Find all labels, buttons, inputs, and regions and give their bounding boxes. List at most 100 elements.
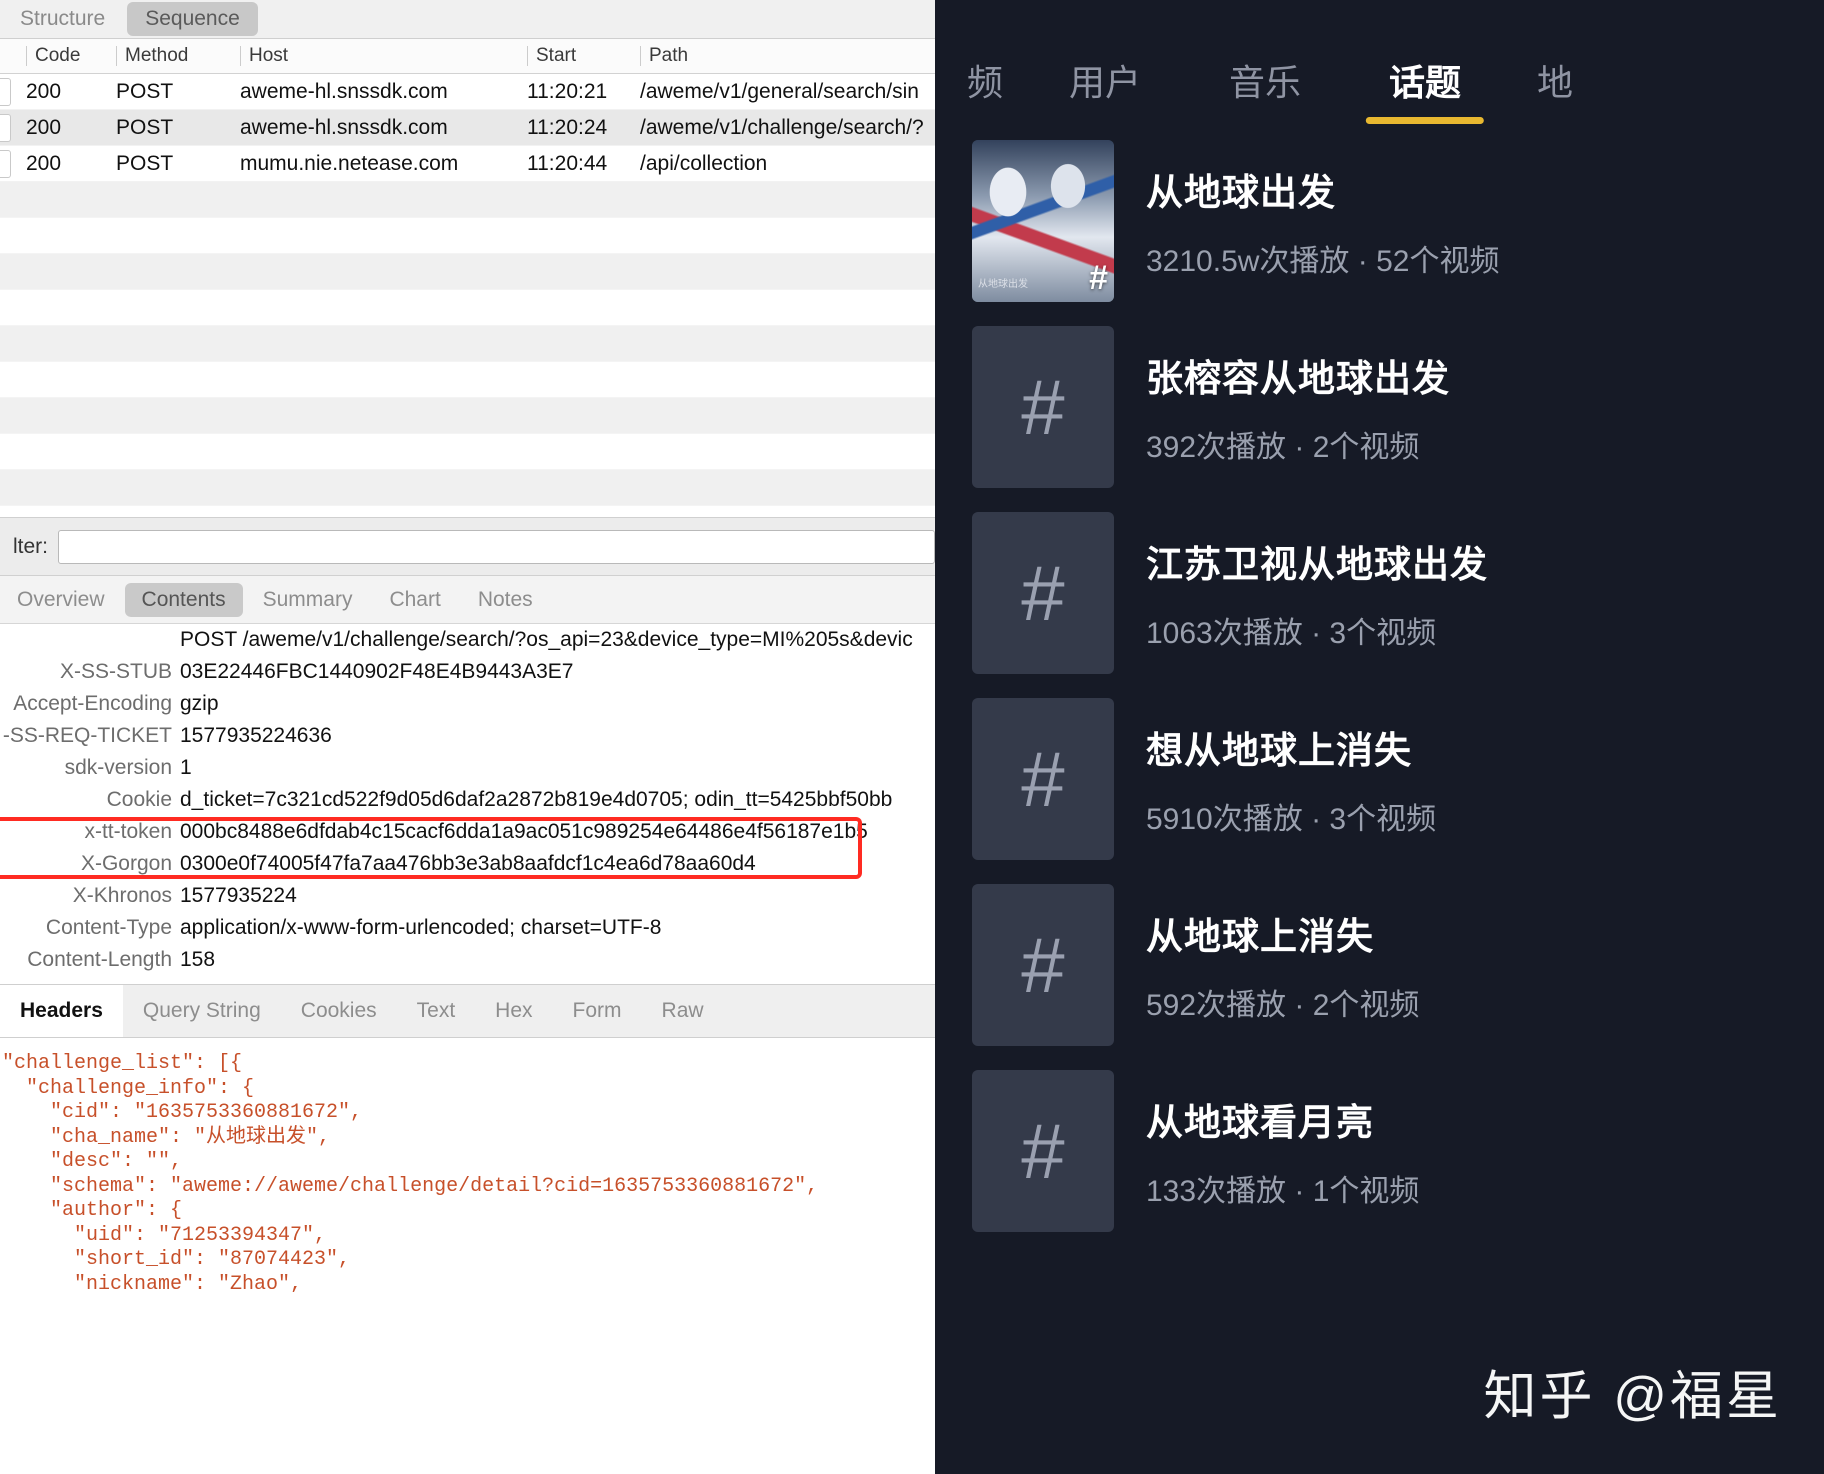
header-row: Content-Length 158 — [0, 944, 935, 976]
topic-stats: 3210.5w次播放 · 52个视频 — [1146, 245, 1500, 278]
tab-notes[interactable]: Notes — [461, 583, 550, 617]
json-line: "short_id": "87074423", — [2, 1248, 351, 1271]
tab-video[interactable]: 频 — [945, 54, 1025, 130]
tab-music[interactable]: 音乐 — [1185, 54, 1345, 130]
header-value: 000bc8488e6dfdab4c15cacf6dda1a9ac051c989… — [180, 820, 868, 843]
header-value: 03E22446FBC1440902F48E4B9443A3E7 — [180, 660, 574, 683]
list-item[interactable]: # 张榕容从地球出发 392次播放 · 2个视频 — [935, 326, 1824, 512]
table-row[interactable]: 200 POST mumu.nie.netease.com 11:20:44 /… — [0, 146, 935, 182]
tab-overview[interactable]: Overview — [0, 583, 122, 617]
tab-hex[interactable]: Hex — [475, 985, 552, 1037]
tab-text[interactable]: Text — [397, 985, 476, 1037]
cell-path: /api/collection — [640, 151, 768, 175]
tab-query-string[interactable]: Query String — [123, 985, 281, 1037]
header-key: Cookie — [106, 788, 172, 811]
json-line: "challenge_info": { — [2, 1076, 255, 1100]
hash-icon: # — [1021, 921, 1065, 1009]
topic-stats: 592次播放 · 2个视频 — [1146, 989, 1420, 1022]
topic-text: 从地球出发 3210.5w次播放 · 52个视频 — [1114, 140, 1499, 280]
header-value: 158 — [180, 948, 216, 971]
topic-title: 从地球看月亮 — [1146, 1102, 1374, 1143]
tab-topics[interactable]: 话题 — [1345, 54, 1505, 130]
hash-icon: # — [1089, 259, 1108, 297]
response-json-pane[interactable]: "challenge_list": [{ "challenge_info": {… — [0, 1038, 935, 1292]
cell-method: POST — [116, 151, 174, 175]
tab-raw[interactable]: Raw — [642, 985, 724, 1037]
tab-location[interactable]: 地 — [1505, 54, 1605, 130]
tab-form[interactable]: Form — [553, 985, 642, 1037]
topic-title: 江苏卫视从地球出发 — [1146, 544, 1488, 585]
topic-thumbnail-placeholder: # — [972, 884, 1114, 1046]
topic-text: 张榕容从地球出发 392次播放 · 2个视频 — [1114, 326, 1450, 466]
list-item[interactable]: # 想从地球上消失 5910次播放 · 3个视频 — [935, 698, 1824, 884]
tab-contents[interactable]: Contents — [124, 582, 243, 617]
tab-cookies[interactable]: Cookies — [281, 985, 397, 1037]
topic-thumbnail-placeholder: # — [972, 1070, 1114, 1232]
header-key: -SS-REQ-TICKET — [2, 724, 172, 747]
column-header-host[interactable]: Host — [240, 46, 288, 66]
header-key: x-tt-token — [84, 820, 172, 843]
cell-method: POST — [116, 79, 174, 103]
active-tab-underline — [1365, 117, 1485, 124]
header-value: 0300e0f74005f47fa7aa476bb3e3ab8aafdcf1c4… — [180, 852, 756, 875]
cell-path: /aweme/v1/general/search/sin — [640, 79, 919, 103]
header-key: X-Khronos — [72, 884, 172, 907]
cell-code: 200 — [26, 79, 62, 103]
list-item[interactable]: # 从地球上消失 592次播放 · 2个视频 — [935, 884, 1824, 1070]
list-item[interactable]: 从地球出发 # 从地球出发 3210.5w次播放 · 52个视频 — [935, 140, 1824, 326]
header-key: Content-Length — [27, 948, 172, 971]
watermark: 知乎 @福星 — [1483, 1367, 1782, 1426]
hash-icon: # — [1021, 363, 1065, 451]
hash-icon: # — [1021, 1107, 1065, 1195]
hash-icon: # — [1021, 735, 1065, 823]
header-key: X-SS-STUB — [59, 660, 172, 683]
column-header-path[interactable]: Path — [640, 46, 935, 66]
json-line: "uid": "71253394347", — [2, 1223, 327, 1247]
cell-code: 200 — [26, 115, 62, 139]
view-toggle-structure[interactable]: Structure — [2, 2, 123, 36]
header-row-x-tt-token: x-tt-token 000bc8488e6dfdab4c15cacf6dda1… — [0, 816, 935, 848]
json-line: "nickname": "Zhao", — [2, 1272, 303, 1293]
tab-summary[interactable]: Summary — [246, 583, 370, 617]
topic-thumbnail-placeholder: # — [972, 698, 1114, 860]
cell-code: 200 — [26, 151, 62, 175]
cell-host: aweme-hl.snssdk.com — [240, 79, 448, 103]
topic-text: 从地球上消失 592次播放 · 2个视频 — [1114, 884, 1419, 1024]
detail-tabs: Overview Contents Summary Chart Notes — [0, 576, 935, 624]
table-row[interactable]: 200 POST aweme-hl.snssdk.com 11:20:24 /a… — [0, 110, 935, 146]
topic-stats: 392次播放 · 2个视频 — [1146, 431, 1420, 464]
app-tab-bar: 频 用户 音乐 话题 地 — [935, 0, 1824, 130]
json-line: "challenge_list": [{ — [2, 1052, 243, 1075]
table-row[interactable]: 200 POST aweme-hl.snssdk.com 11:20:21 /a… — [0, 74, 935, 110]
session-table-header: Code Method Host Start Path — [0, 39, 935, 74]
body-tabs: Headers Query String Cookies Text Hex Fo… — [0, 984, 935, 1038]
list-item[interactable]: # 从地球看月亮 133次播放 · 1个视频 — [935, 1070, 1824, 1256]
header-value: 1577935224636 — [180, 724, 332, 747]
json-line: "schema": "aweme://aweme/challenge/detai… — [2, 1174, 819, 1198]
topic-list: 从地球出发 # 从地球出发 3210.5w次播放 · 52个视频 # 张榕容从地… — [935, 130, 1824, 1256]
topic-title: 张榕容从地球出发 — [1146, 358, 1450, 399]
tab-headers[interactable]: Headers — [0, 985, 123, 1037]
tab-users[interactable]: 用户 — [1025, 54, 1185, 130]
header-key: Content-Type — [45, 916, 172, 939]
header-row: Content-Type application/x-www-form-urle… — [0, 912, 935, 944]
filter-input[interactable] — [58, 529, 935, 564]
topic-text: 想从地球上消失 5910次播放 · 3个视频 — [1114, 698, 1436, 838]
request-line-row: POST /aweme/v1/challenge/search/?os_api=… — [0, 624, 935, 656]
topic-stats: 133次播放 · 1个视频 — [1146, 1175, 1420, 1208]
column-header-code[interactable]: Code — [26, 46, 80, 66]
topic-title: 从地球上消失 — [1146, 916, 1374, 957]
list-item[interactable]: # 江苏卫视从地球出发 1063次播放 · 3个视频 — [935, 512, 1824, 698]
header-value: gzip — [180, 692, 219, 715]
view-toggle-sequence[interactable]: Sequence — [127, 2, 258, 36]
douyin-search-panel: 频 用户 音乐 话题 地 从地球出发 # 从地球出发 3210.5w次播放 · … — [935, 0, 1824, 1474]
cell-host: aweme-hl.snssdk.com — [240, 115, 448, 139]
topic-stats: 5910次播放 · 3个视频 — [1146, 803, 1437, 836]
column-header-start[interactable]: Start — [527, 46, 576, 66]
tab-chart[interactable]: Chart — [372, 583, 457, 617]
column-header-method[interactable]: Method — [116, 46, 188, 66]
session-table-empty-area[interactable] — [0, 182, 935, 542]
header-row: Cookie d_ticket=7c321cd522f9d05d6daf2a28… — [0, 784, 935, 816]
topic-text: 从地球看月亮 133次播放 · 1个视频 — [1114, 1070, 1419, 1210]
cell-start: 11:20:24 — [527, 115, 608, 139]
